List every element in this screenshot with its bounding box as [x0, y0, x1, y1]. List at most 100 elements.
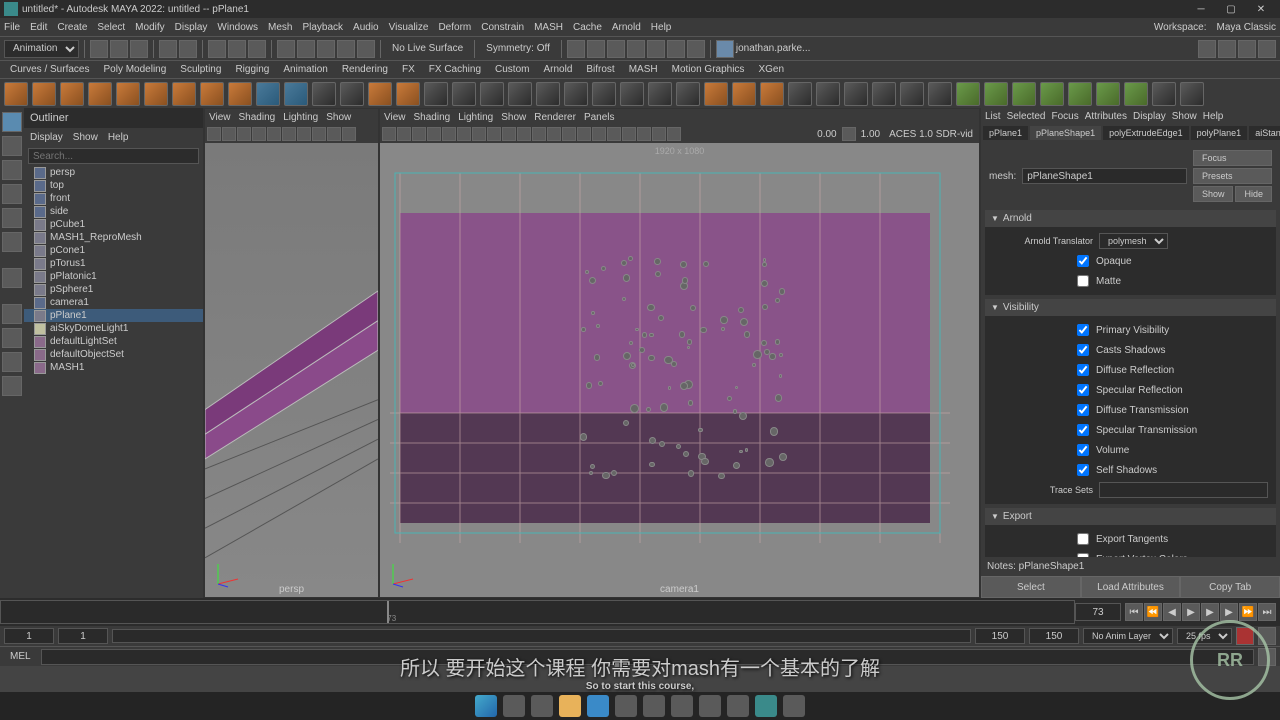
color-space[interactable]: ACES 1.0 SDR-vid	[885, 129, 977, 140]
layout-outliner-icon[interactable]	[2, 376, 22, 396]
shelf-icon[interactable]	[368, 82, 392, 106]
shelf-icon[interactable]	[424, 82, 448, 106]
vis-checkbox[interactable]	[1077, 464, 1089, 476]
app-icon[interactable]	[783, 695, 805, 717]
attr-tab[interactable]: polyPlane1	[1191, 126, 1248, 140]
shelf-tab[interactable]: Custom	[489, 62, 535, 77]
select-mode-icon[interactable]	[208, 40, 226, 58]
shelf-tab[interactable]: Bifrost	[580, 62, 620, 77]
shelf-icon[interactable]	[816, 82, 840, 106]
vp-icon[interactable]	[517, 127, 531, 141]
vp-icon[interactable]	[622, 127, 636, 141]
vp-icon[interactable]	[667, 127, 681, 141]
snap-live-icon[interactable]	[357, 40, 375, 58]
last-tool-icon[interactable]	[2, 268, 22, 288]
shelf-icon[interactable]	[676, 82, 700, 106]
vp-icon[interactable]	[532, 127, 546, 141]
cmdline-input[interactable]	[41, 649, 1254, 665]
vis-checkbox[interactable]	[1077, 384, 1089, 396]
shelf-icon[interactable]	[312, 82, 336, 106]
shelf-icon[interactable]	[1012, 82, 1036, 106]
viewport-canvas-camera[interactable]: 1920 x 1080 camera1	[380, 143, 979, 597]
shelf-icon[interactable]	[760, 82, 784, 106]
outliner-item[interactable]: pTorus1	[24, 257, 203, 270]
vp-menu-view[interactable]: View	[209, 112, 231, 123]
matte-checkbox[interactable]	[1077, 275, 1089, 287]
play-forward-icon[interactable]: ▶	[1201, 603, 1219, 621]
paint-select-icon[interactable]	[248, 40, 266, 58]
menu-deform[interactable]: Deform	[438, 22, 471, 33]
vp-menu-shading[interactable]: Shading	[414, 112, 451, 123]
vp-icon[interactable]	[472, 127, 486, 141]
vis-checkbox[interactable]	[1077, 324, 1089, 336]
play-back-icon[interactable]: ▶	[1182, 603, 1200, 621]
time-ruler[interactable]: 73	[0, 600, 1075, 624]
menu-mesh[interactable]: Mesh	[268, 22, 292, 33]
attr-menu-focus[interactable]: Focus	[1051, 111, 1078, 122]
vp-icon[interactable]	[222, 127, 236, 141]
outliner-item[interactable]: top	[24, 179, 203, 192]
attr-menu-list[interactable]: List	[985, 111, 1001, 122]
shelf-tab[interactable]: Arnold	[537, 62, 578, 77]
light-editor-icon[interactable]	[647, 40, 665, 58]
vis-checkbox[interactable]	[1077, 404, 1089, 416]
shelf-icon[interactable]	[60, 82, 84, 106]
range-start-range-field[interactable]	[58, 628, 108, 644]
copy-tab-button[interactable]: Copy Tab	[1180, 576, 1280, 598]
vp-menu-lighting[interactable]: Lighting	[283, 112, 318, 123]
fps-select[interactable]: 25 fps	[1177, 628, 1232, 644]
scale-tool-icon[interactable]	[2, 232, 22, 252]
shelf-icon[interactable]	[172, 82, 196, 106]
open-scene-icon[interactable]	[110, 40, 128, 58]
vp-menu-panels[interactable]: Panels	[584, 112, 615, 123]
outliner-item[interactable]: pCone1	[24, 244, 203, 257]
shelf-tab[interactable]: Animation	[277, 62, 333, 77]
section-header-arnold[interactable]: Arnold	[985, 210, 1276, 227]
attr-tab[interactable]: aiStandard	[1249, 126, 1280, 140]
time-slider[interactable]: 73 73 ⏮ ⏪ ◀ ▶ ▶ ▶ ⏩ ⏭	[0, 598, 1280, 626]
shelf-tab[interactable]: Poly Modeling	[97, 62, 172, 77]
lasso-icon[interactable]	[228, 40, 246, 58]
shelf-icon[interactable]	[1040, 82, 1064, 106]
outliner-item[interactable]: pPlane1	[24, 309, 203, 322]
shelf-icon[interactable]	[788, 82, 812, 106]
maximize-button[interactable]: ▢	[1216, 0, 1246, 18]
layout-two-icon[interactable]	[2, 352, 22, 372]
menu-audio[interactable]: Audio	[353, 22, 379, 33]
snap-curve-icon[interactable]	[297, 40, 315, 58]
app-icon[interactable]	[671, 695, 693, 717]
vp-menu-shading[interactable]: Shading	[239, 112, 276, 123]
vp-icon[interactable]	[442, 127, 456, 141]
outliner-item[interactable]: defaultLightSet	[24, 335, 203, 348]
edge-icon[interactable]	[587, 695, 609, 717]
start-icon[interactable]	[475, 695, 497, 717]
outliner-item[interactable]: front	[24, 192, 203, 205]
vp-icon[interactable]	[207, 127, 221, 141]
vp-icon[interactable]	[562, 127, 576, 141]
module-select[interactable]: Animation	[4, 40, 79, 58]
channel-box-icon[interactable]	[1258, 40, 1276, 58]
shelf-icon[interactable]	[116, 82, 140, 106]
shelf-icon[interactable]	[928, 82, 952, 106]
shelf-tab[interactable]: MASH	[623, 62, 664, 77]
translator-select[interactable]: polymesh	[1099, 233, 1168, 249]
vp-menu-view[interactable]: View	[384, 112, 406, 123]
vp-icon[interactable]	[297, 127, 311, 141]
vp-menu-renderer[interactable]: Renderer	[534, 112, 576, 123]
vp-icon[interactable]	[252, 127, 266, 141]
outliner-item[interactable]: camera1	[24, 296, 203, 309]
outliner-item[interactable]: persp	[24, 166, 203, 179]
shelf-tab[interactable]: Rendering	[336, 62, 394, 77]
load-attributes-button[interactable]: Load Attributes	[1081, 576, 1181, 598]
menu-file[interactable]: File	[4, 22, 20, 33]
outliner-item[interactable]: MASH1	[24, 361, 203, 374]
shelf-tab[interactable]: Sculpting	[174, 62, 227, 77]
hide-button[interactable]: Hide	[1235, 186, 1272, 202]
shelf-icon[interactable]	[284, 82, 308, 106]
gamma-value[interactable]: 1.00	[857, 129, 884, 140]
snap-point-icon[interactable]	[317, 40, 335, 58]
shelf-icon[interactable]	[480, 82, 504, 106]
ipr-icon[interactable]	[587, 40, 605, 58]
vp-icon[interactable]	[327, 127, 341, 141]
step-back-icon[interactable]: ⏪	[1144, 603, 1162, 621]
